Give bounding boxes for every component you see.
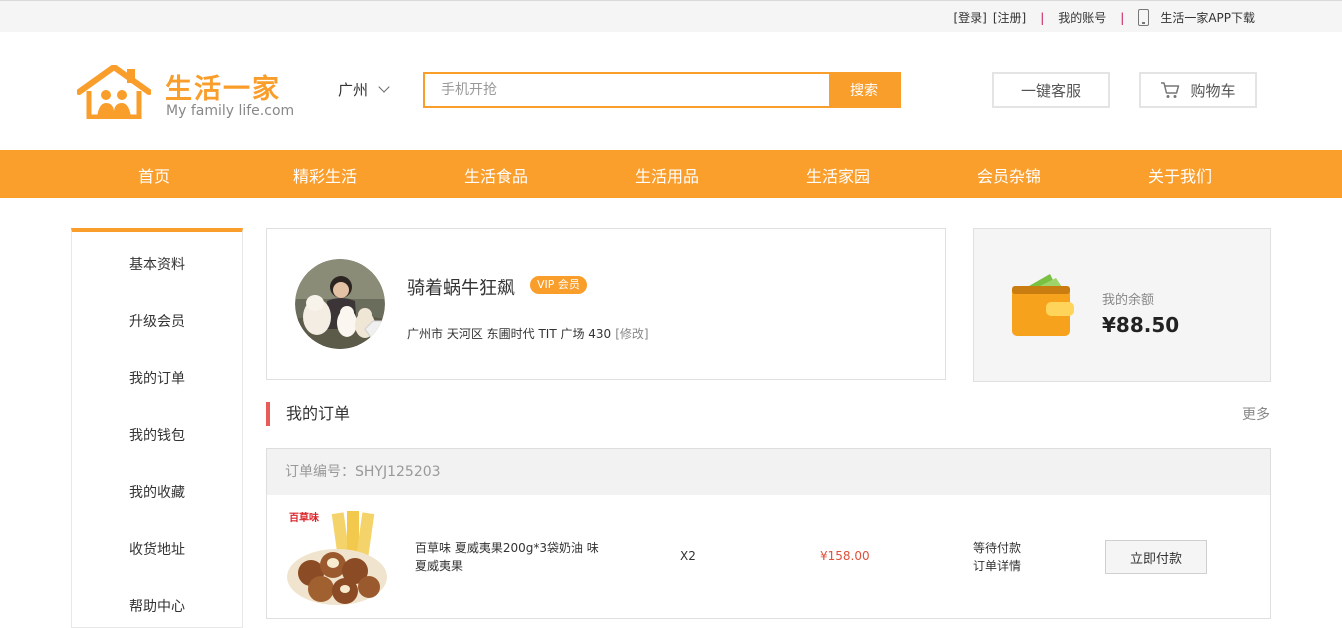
customer-service-button[interactable]: 一键客服 [992, 72, 1110, 108]
orders-section-title: 我的订单 [266, 402, 350, 426]
order-row: 百草味 百草味 夏威夷果200g*3袋奶油 味 夏威夷果 X2 ¥158.00 … [266, 495, 1271, 619]
my-account-link[interactable]: 我的账号 [1058, 9, 1106, 26]
chevron-down-icon [378, 81, 390, 93]
site-logo[interactable]: 生活一家 My family life.com [77, 65, 297, 121]
balance-value: ¥88.50 [1102, 313, 1180, 337]
sidebar-item-orders[interactable]: 我的订单 [72, 368, 242, 388]
sidebar-item-favorites[interactable]: 我的收藏 [72, 482, 242, 502]
nav-item-member[interactable]: 会员杂锦 [977, 163, 1041, 187]
order-detail-link[interactable]: 订单详情 [973, 559, 1021, 573]
more-orders-link[interactable]: 更多 [1242, 404, 1270, 424]
search-button[interactable]: 搜索 [829, 74, 899, 106]
brand-label: 百草味 [289, 511, 319, 524]
username: 骑着蜗牛狂飙 [407, 278, 515, 299]
order-number-label: 订单编号： [285, 464, 355, 480]
divider: | [1120, 10, 1125, 25]
top-bar: [登录] [注册] | 我的账号 | 生活一家APP下载 [0, 0, 1342, 32]
wallet-icon [1012, 274, 1074, 336]
nav-item-home-garden[interactable]: 生活家园 [806, 163, 870, 187]
logo-text-cn: 生活一家 [165, 74, 281, 105]
sidebar: 基本资料 升级会员 我的订单 我的钱包 我的收藏 收货地址 帮助中心 [71, 228, 243, 628]
product-image[interactable]: 百草味 [285, 507, 389, 607]
nav-item-life[interactable]: 精彩生活 [293, 163, 357, 187]
divider: | [1040, 10, 1045, 25]
cart-icon [1161, 82, 1180, 98]
search-bar: 搜索 [423, 72, 901, 108]
cart-button[interactable]: 购物车 [1139, 72, 1257, 108]
sidebar-item-upgrade[interactable]: 升级会员 [72, 311, 242, 331]
sidebar-item-address[interactable]: 收货地址 [72, 539, 242, 559]
order-status: 等待付款 订单详情 [973, 539, 1021, 575]
cart-label: 购物车 [1190, 82, 1236, 100]
order-number: SHYJ125203 [355, 464, 441, 480]
status-text: 等待付款 [973, 541, 1022, 555]
avatar[interactable] [295, 259, 385, 349]
logo-text-en: My family life.com [166, 103, 295, 119]
main-nav: 首页 精彩生活 生活食品 生活用品 生活家园 会员杂锦 关于我们 [0, 150, 1342, 198]
app-download-link[interactable]: 生活一家APP下载 [1160, 9, 1255, 26]
sidebar-item-help[interactable]: 帮助中心 [72, 596, 242, 616]
register-link[interactable]: [注册] [993, 9, 1026, 26]
phone-icon [1138, 9, 1150, 26]
nav-item-food[interactable]: 生活食品 [464, 163, 528, 187]
product-price: ¥158.00 [820, 549, 870, 563]
vip-badge: VIP 会员 [530, 276, 587, 294]
address-text: 广州市 天河区 东圃时代 TIT 广场 430 [407, 327, 612, 341]
login-link[interactable]: [登录] [953, 9, 986, 26]
profile-card: 骑着蜗牛狂飙 VIP 会员 广州市 天河区 东圃时代 TIT 广场 430 [修改… [266, 228, 946, 380]
search-input[interactable] [425, 74, 829, 106]
balance-label: 我的余额 [1102, 293, 1155, 308]
nav-item-about[interactable]: 关于我们 [1148, 163, 1212, 187]
nav-item-home[interactable]: 首页 [138, 163, 170, 187]
address-line: 广州市 天河区 东圃时代 TIT 广场 430 [修改] [407, 325, 649, 342]
pay-now-button[interactable]: 立即付款 [1105, 540, 1207, 574]
order-header: 订单编号：SHYJ125203 [266, 448, 1271, 496]
product-quantity: X2 [680, 549, 696, 563]
header: 生活一家 My family life.com 广州 搜索 一键客服 购物车 [0, 32, 1342, 150]
edit-address-link[interactable]: [修改] [615, 327, 648, 341]
city-selector[interactable]: 广州 [338, 79, 390, 100]
city-label: 广州 [338, 81, 369, 99]
product-name[interactable]: 百草味 夏威夷果200g*3袋奶油 味 夏威夷果 [415, 539, 605, 575]
balance-card: 我的余额 ¥88.50 [973, 228, 1271, 382]
sidebar-item-profile[interactable]: 基本资料 [72, 254, 242, 274]
house-logo-icon [77, 65, 151, 119]
nav-item-goods[interactable]: 生活用品 [635, 163, 699, 187]
sidebar-item-wallet[interactable]: 我的钱包 [72, 425, 242, 445]
